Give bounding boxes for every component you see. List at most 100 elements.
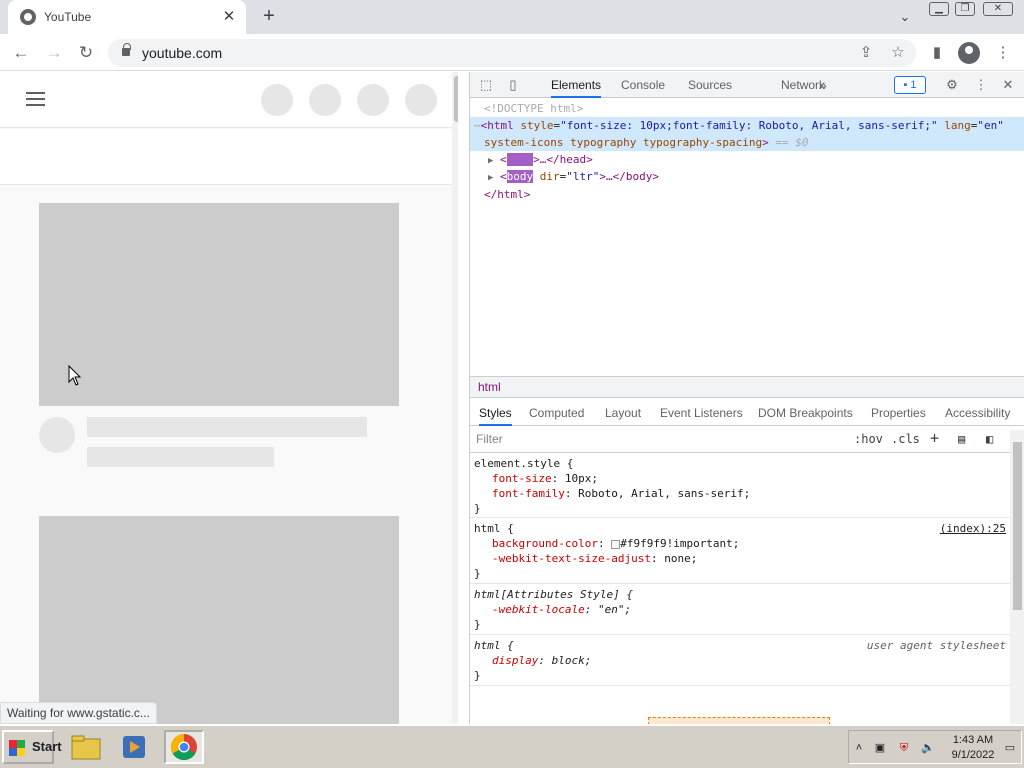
expand-triangle-icon[interactable]: ▶ <box>488 156 493 166</box>
chrome-taskbar-button[interactable] <box>164 730 204 764</box>
html-close-tag[interactable]: </html> <box>484 186 530 203</box>
styles-tab-bar: Styles Computed Layout Event Listeners D… <box>470 400 1024 426</box>
file-explorer-taskbar-button[interactable] <box>66 730 106 764</box>
property-value[interactable]: none; <box>664 552 697 565</box>
close-tab-icon[interactable]: ✕ <box>220 8 238 26</box>
rule-selector[interactable]: element.style { <box>474 456 573 471</box>
inspect-element-icon[interactable]: ⬚ <box>476 75 496 95</box>
lock-icon[interactable] <box>122 43 131 56</box>
rule-close-brace: } <box>474 669 481 682</box>
paint-format-icon[interactable]: ▤ <box>958 432 965 446</box>
page-scrollbar-thumb[interactable] <box>454 76 458 122</box>
url-text[interactable]: youtube.com <box>142 45 222 61</box>
media-player-icon <box>123 736 145 758</box>
property-name[interactable]: font-family <box>492 487 565 500</box>
screen: YouTube ✕ + ⌄ ▁ ❐ ✕ ← → ↻ youtube.com ⇪ … <box>0 0 1024 768</box>
tab-event-listeners[interactable]: Event Listeners <box>660 400 743 426</box>
side-panel-icon[interactable]: ▮ <box>926 43 948 63</box>
attr-value: "en" <box>977 119 1004 132</box>
settings-gear-icon[interactable]: ⚙ <box>942 75 962 95</box>
taskbar-clock[interactable]: 1:43 AM 9/1/2022 <box>949 733 997 763</box>
doctype-node[interactable]: <!DOCTYPE html> <box>484 100 583 117</box>
cls-toggle-button[interactable]: .cls <box>891 432 920 446</box>
start-button[interactable]: Start <box>2 730 62 764</box>
show-desktop-icon[interactable]: ▭ <box>1003 741 1017 755</box>
property-value[interactable]: #f9f9f9!important; <box>620 537 739 550</box>
property-name[interactable]: display <box>492 654 538 667</box>
styles-scrollbar-thumb[interactable] <box>1013 442 1022 610</box>
forward-arrow-icon[interactable]: → <box>41 40 67 66</box>
show-hidden-icons-chevron-icon[interactable]: ˄ <box>852 741 866 755</box>
style-property[interactable]: font-size: 10px; <box>492 471 598 486</box>
devtools-tab-elements[interactable]: Elements <box>551 72 602 98</box>
breadcrumb-item-html[interactable]: html <box>478 380 501 394</box>
property-name[interactable]: font-size <box>492 472 552 485</box>
reload-icon[interactable]: ↻ <box>73 40 99 66</box>
profile-avatar-icon[interactable] <box>958 42 980 64</box>
issues-badge[interactable]: ▪ 1 <box>894 76 926 94</box>
style-property[interactable]: -webkit-text-size-adjust: none; <box>492 551 697 566</box>
new-style-rule-plus-icon[interactable]: + <box>930 429 939 447</box>
property-value[interactable]: 10px; <box>565 472 598 485</box>
toggle-sidebar-icon[interactable]: ◧ <box>986 432 993 446</box>
tab-accessibility[interactable]: Accessibility <box>945 400 1010 426</box>
page-scrollbar-track[interactable] <box>452 72 458 724</box>
rule-selector[interactable]: html { <box>474 638 514 653</box>
new-tab-button[interactable]: + <box>256 5 282 29</box>
style-property[interactable]: background-color: #f9f9f9!important; <box>492 536 739 551</box>
minimize-window-button[interactable]: ▁ <box>929 2 949 16</box>
style-property[interactable]: -webkit-locale: "en"; <box>492 602 631 617</box>
media-player-taskbar-button[interactable] <box>114 730 154 764</box>
security-alert-icon[interactable]: ⛨ <box>897 741 911 755</box>
tab-styles[interactable]: Styles <box>479 400 512 426</box>
devtools-tab-console[interactable]: Console <box>621 72 665 98</box>
property-value[interactable]: block; <box>552 654 592 667</box>
hov-toggle-button[interactable]: :hov <box>854 432 883 446</box>
style-property[interactable]: font-family: Roboto, Arial, sans-serif; <box>492 486 750 501</box>
tab-dom-breakpoints[interactable]: DOM Breakpoints <box>758 400 853 426</box>
chrome-icon <box>170 733 197 761</box>
hamburger-menu-icon[interactable] <box>26 91 46 107</box>
volume-icon[interactable]: 🔈 <box>921 741 935 755</box>
property-name[interactable]: -webkit-text-size-adjust <box>492 552 651 565</box>
styles-filter-bar: Filter :hov .cls + ▤ ◧ <box>470 427 1024 453</box>
close-window-button[interactable]: ✕ <box>983 2 1013 16</box>
restore-window-button[interactable]: ❐ <box>955 2 975 16</box>
style-property[interactable]: display: block; <box>492 653 591 668</box>
close-devtools-icon[interactable]: ✕ <box>998 75 1018 95</box>
tab-layout[interactable]: Layout <box>605 400 641 426</box>
rule-selector[interactable]: html[Attributes Style] { <box>474 587 633 602</box>
property-name[interactable]: background-color <box>492 537 598 550</box>
property-name[interactable]: -webkit-locale <box>492 603 585 616</box>
property-value[interactable]: "en"; <box>598 603 631 616</box>
devtools-menu-kebab-icon[interactable]: ⋮ <box>971 75 991 95</box>
rule-source-link[interactable]: (index):25 <box>940 521 1006 536</box>
devtools-tab-sources[interactable]: Sources <box>688 72 732 98</box>
rule-close-brace: } <box>474 502 481 515</box>
tab-properties[interactable]: Properties <box>871 400 926 426</box>
expand-triangle-icon[interactable]: ▶ <box>488 173 493 183</box>
property-value[interactable]: Roboto, Arial, sans-serif; <box>578 487 750 500</box>
rule-selector[interactable]: html { <box>474 521 514 536</box>
video-thumbnail-placeholder[interactable] <box>39 203 399 406</box>
address-bar[interactable]: youtube.com <box>108 39 916 67</box>
style-rule-html-attributes: html[Attributes Style] { -webkit-locale:… <box>470 585 1010 635</box>
browser-menu-kebab-icon[interactable]: ⋮ <box>992 43 1014 63</box>
dom-node-html-continued[interactable]: system-icons typography typography-spaci… <box>470 134 1024 151</box>
share-icon[interactable]: ⇪ <box>855 43 877 63</box>
tab-computed[interactable]: Computed <box>529 400 584 426</box>
network-icon[interactable]: ▣ <box>873 741 887 755</box>
attr-name: lang <box>944 119 971 132</box>
dom-node-body[interactable]: ▶ <body dir="ltr">…</body> <box>488 168 659 187</box>
device-toolbar-icon[interactable]: ▯ <box>503 75 523 95</box>
browser-tab-youtube[interactable]: YouTube ✕ <box>8 0 246 34</box>
styles-filter-input[interactable]: Filter <box>476 432 503 446</box>
video-thumbnail-placeholder[interactable] <box>39 516 399 724</box>
tab-search-chevron-icon[interactable]: ⌄ <box>894 7 916 27</box>
bookmark-star-icon[interactable]: ☆ <box>887 43 909 63</box>
attr-value: "ltr" <box>566 170 600 183</box>
dom-node-html[interactable]: ⋯<html style="font-size: 10px;font-famil… <box>470 117 1024 134</box>
color-swatch-icon[interactable] <box>611 539 621 549</box>
back-arrow-icon[interactable]: ← <box>8 40 34 66</box>
more-tabs-chevron-icon[interactable]: » <box>819 72 827 98</box>
